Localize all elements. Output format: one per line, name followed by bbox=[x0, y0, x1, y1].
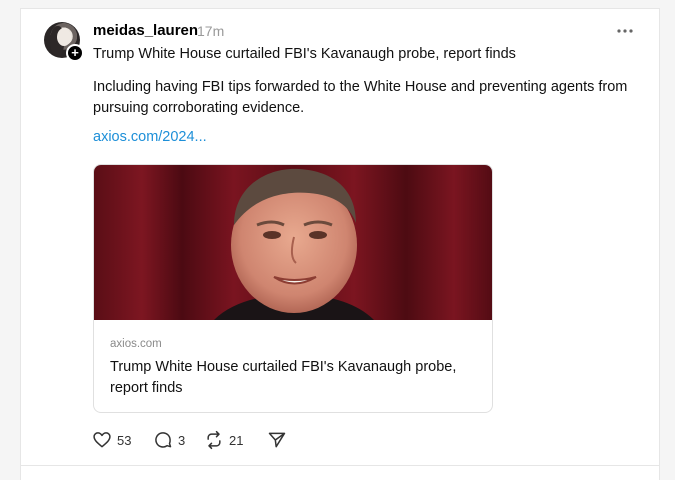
comment-icon bbox=[155, 432, 172, 448]
link-preview-domain: axios.com bbox=[110, 338, 162, 350]
share-button[interactable] bbox=[267, 430, 287, 450]
heart-icon bbox=[93, 432, 111, 448]
post-title: Trump White House curtailed FBI's Kavana… bbox=[93, 46, 516, 62]
repost-count: 21 bbox=[229, 432, 244, 448]
like-button[interactable]: 53 bbox=[92, 430, 131, 450]
avatar-face bbox=[57, 28, 71, 46]
follow-plus-icon[interactable]: + bbox=[66, 44, 84, 62]
send-icon bbox=[268, 432, 286, 448]
username[interactable]: meidas_lauren bbox=[93, 22, 198, 39]
comment-count: 3 bbox=[178, 432, 186, 448]
post-body: Including having FBI tips forwarded to t… bbox=[93, 79, 628, 116]
like-count: 53 bbox=[117, 432, 132, 448]
timestamp: 17m bbox=[197, 23, 225, 39]
next-post-card bbox=[20, 466, 660, 480]
link-preview-title: Trump White House curtailed FBI's Kavana… bbox=[110, 359, 457, 396]
link-preview-image bbox=[94, 165, 492, 320]
repost-icon bbox=[207, 430, 221, 450]
post-link[interactable]: axios.com/2024... bbox=[93, 129, 207, 145]
repost-button[interactable]: 21 bbox=[204, 430, 243, 450]
link-preview-card[interactable]: axios.com Trump White House curtailed FB… bbox=[93, 164, 493, 413]
more-horizontal-icon[interactable] bbox=[614, 22, 636, 40]
comment-button[interactable]: 3 bbox=[153, 430, 185, 450]
